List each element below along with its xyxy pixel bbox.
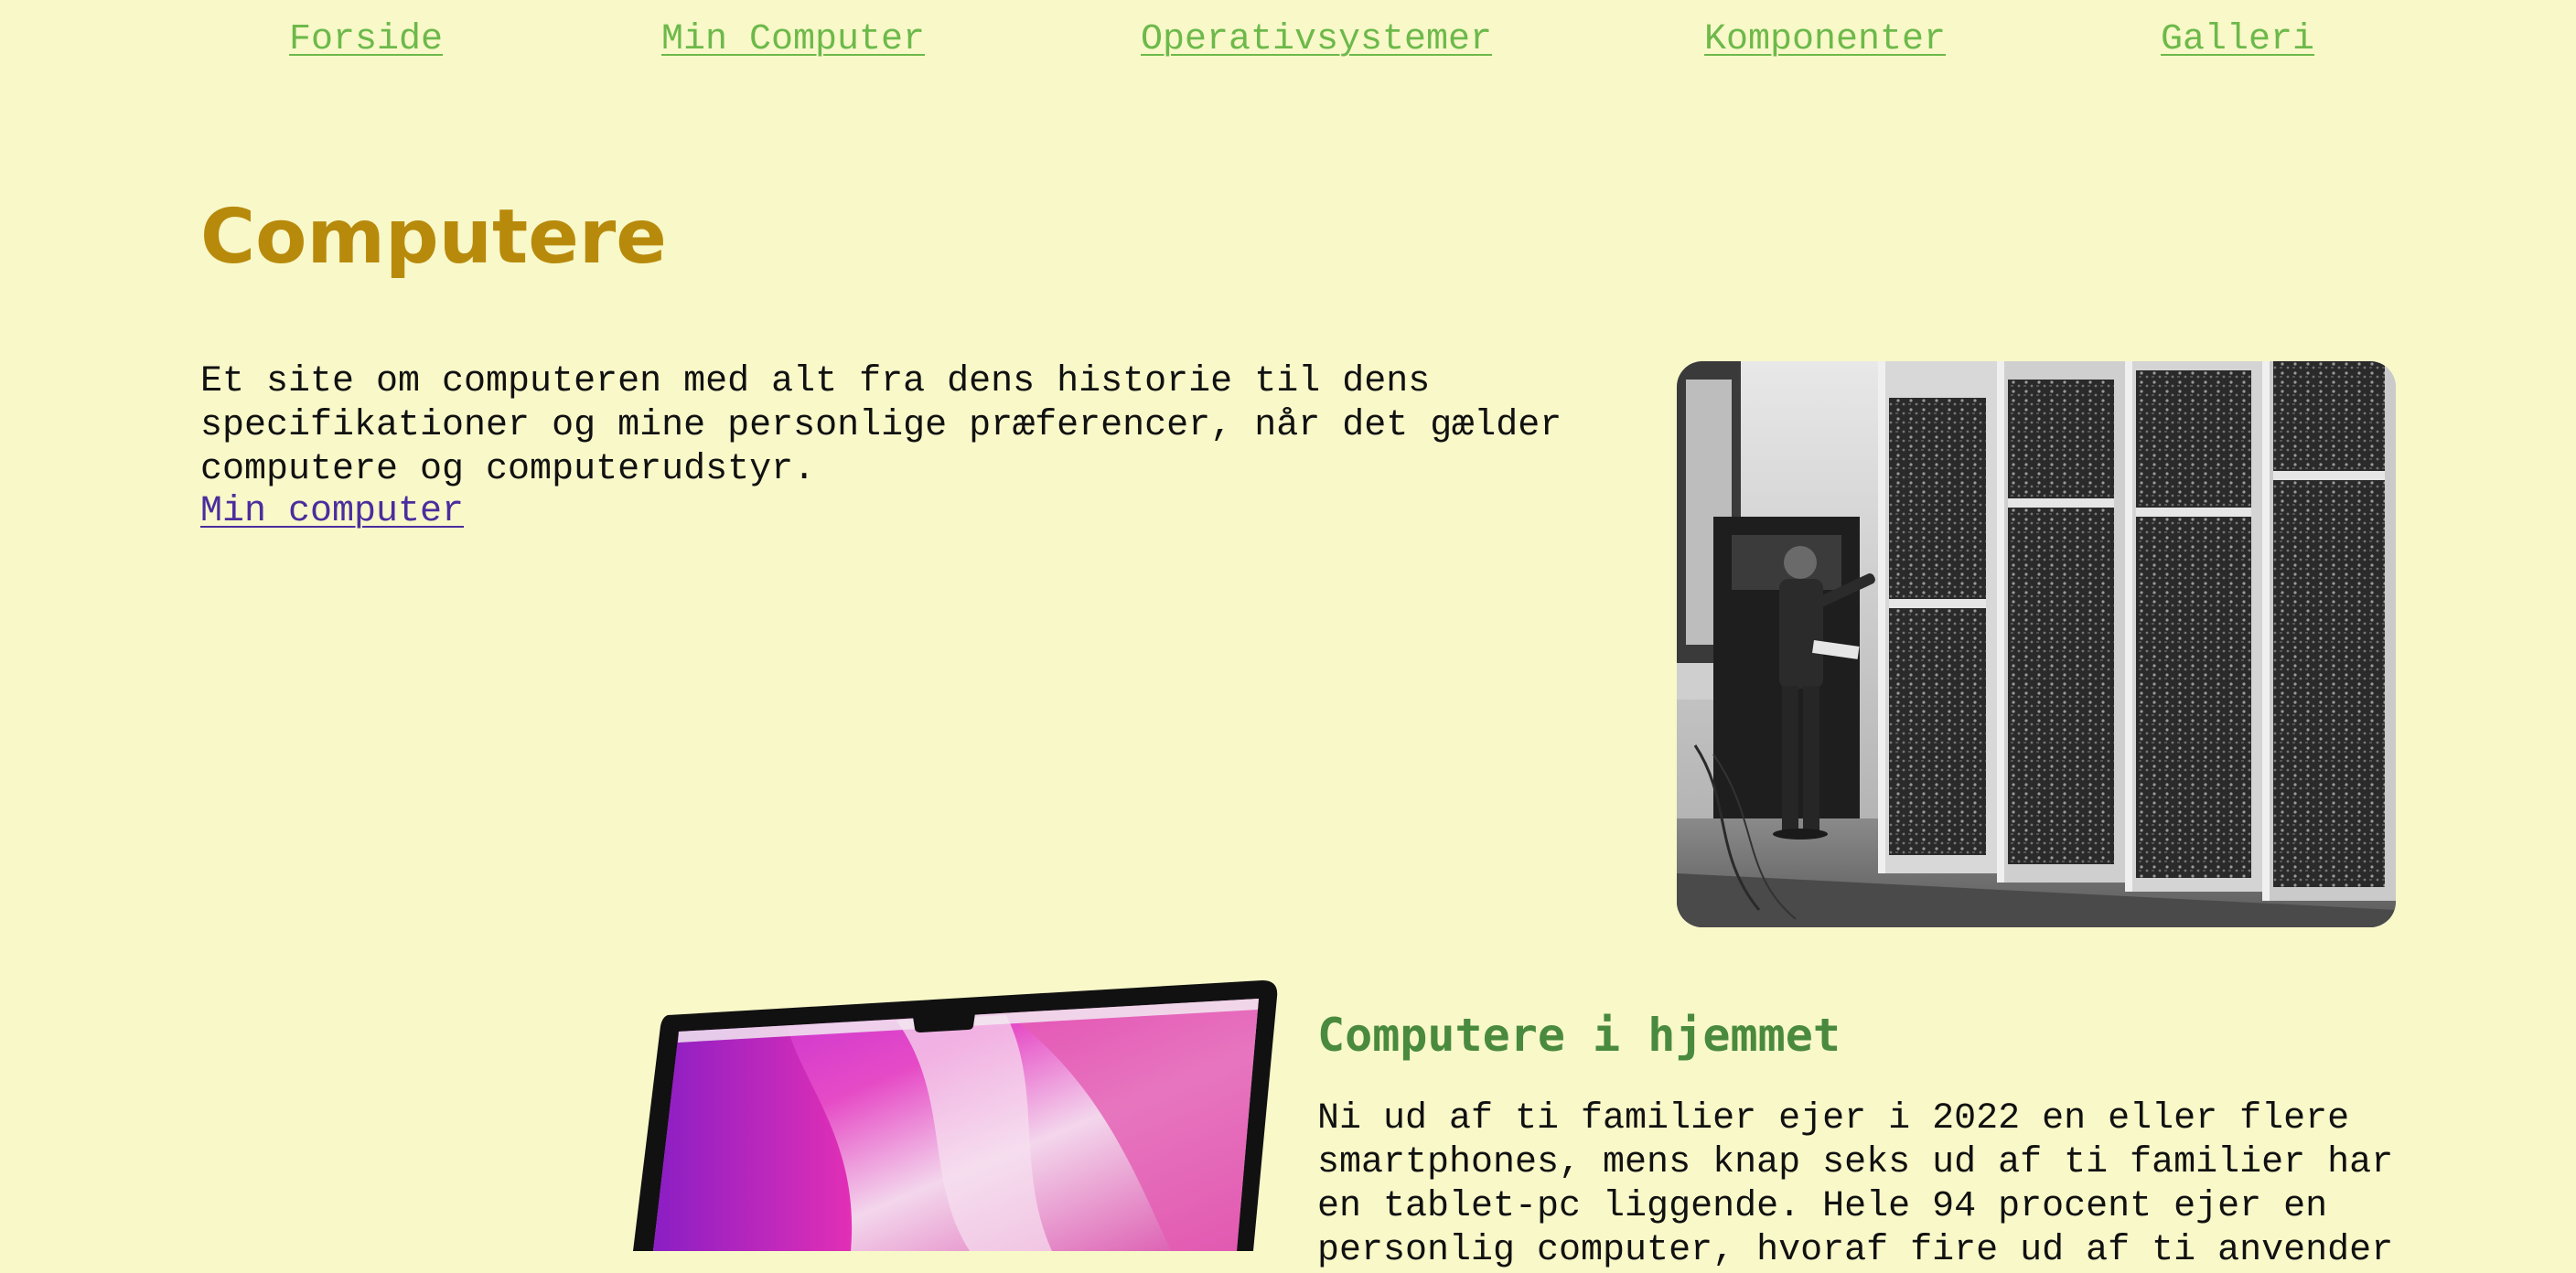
- section-title: Computere i hjemmet: [1317, 1009, 1841, 1062]
- section-paragraph: Ni ud af ti familier ejer i 2022 en elle…: [1317, 1097, 2393, 1273]
- intro-line: computere og computerudstyr.: [200, 449, 816, 490]
- nav-link-min-computer[interactable]: Min Computer: [661, 16, 925, 64]
- nav-link-operativsystemer[interactable]: Operativsystemer: [1141, 16, 1492, 64]
- section-line: smartphones, mens knap seks ud af ti fam…: [1317, 1142, 2394, 1183]
- intro-line: specifikationer og mine personlige præfe…: [200, 405, 1562, 446]
- nav-link-komponenter[interactable]: Komponenter: [1704, 16, 1946, 64]
- section-line: personlig computer, hvoraf fire ud af ti…: [1317, 1230, 2394, 1271]
- min-computer-link[interactable]: Min computer: [200, 490, 464, 534]
- section-line: Ni ud af ti familier ejer i 2022 en elle…: [1317, 1098, 2350, 1139]
- intro-line: Et site om computeren med alt fra dens h…: [200, 361, 1431, 402]
- page-title: Computere: [200, 194, 667, 281]
- nav-link-forside[interactable]: Forside: [289, 16, 443, 64]
- laptop-image: [633, 980, 1278, 1251]
- section-line: en tablet-pc liggende. Hele 94 procent e…: [1317, 1186, 2328, 1227]
- intro-paragraph: Et site om computeren med alt fra dens h…: [200, 360, 1664, 492]
- historic-computer-photo: [1677, 361, 2396, 927]
- laptop-photo: [622, 969, 1281, 1251]
- top-navigation: Forside Min Computer Operativsystemer Ko…: [0, 0, 2576, 82]
- nav-link-galleri[interactable]: Galleri: [2161, 16, 2314, 64]
- historic-computer-image: [1677, 361, 2396, 927]
